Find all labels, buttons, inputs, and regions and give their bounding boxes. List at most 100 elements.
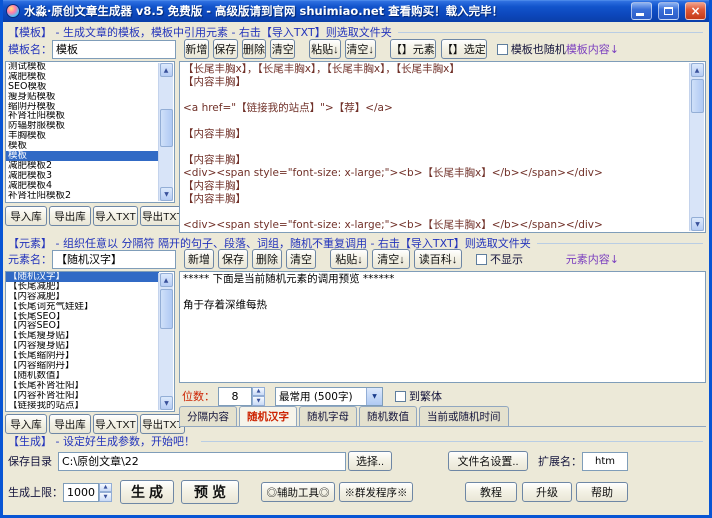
charset-select[interactable]: 最常用 (500字) ▼: [275, 387, 383, 406]
spin-up-icon[interactable]: ▲: [252, 387, 265, 397]
template-random-checkbox[interactable]: [497, 44, 508, 55]
template-clear-button[interactable]: 清空: [270, 39, 295, 59]
scroll-up-icon[interactable]: ▲: [691, 63, 704, 77]
template-list-item[interactable]: 瘦身贴模板: [6, 92, 159, 102]
template-content-link[interactable]: 模板内容↓: [566, 41, 619, 57]
element-list-item[interactable]: 【内容SEO】: [6, 321, 159, 331]
spin-down-icon[interactable]: ▼: [252, 396, 265, 406]
element-list-item[interactable]: 【长尾补肾壮阳】: [6, 381, 159, 391]
template-clear-down-button[interactable]: 清空↓: [345, 39, 376, 59]
element-paste-button[interactable]: 粘贴↓: [330, 249, 368, 269]
aux-tools-button[interactable]: ◎辅助工具◎: [261, 482, 335, 502]
chevron-down-icon[interactable]: ▼: [366, 388, 382, 405]
mass-sender-button[interactable]: ※群发程序※: [339, 482, 413, 502]
title-bar[interactable]: 水淼·原创文章生成器 v8.5 免费版 - 高级版请到官网 shuimiao.n…: [3, 0, 709, 22]
element-list-item-selected[interactable]: 【随机汉字】: [6, 272, 159, 282]
scrollbar-thumb[interactable]: [160, 109, 173, 147]
scrollbar-thumb[interactable]: [691, 79, 704, 113]
element-list-item[interactable]: 【长尾SEO】: [6, 312, 159, 322]
tab-random-hanzi[interactable]: 随机汉字: [239, 406, 297, 426]
digits-input[interactable]: [218, 387, 252, 406]
spin-down-icon[interactable]: ▼: [99, 492, 112, 502]
template-new-button[interactable]: 新增: [184, 39, 209, 59]
upgrade-button[interactable]: 升级: [522, 482, 572, 502]
generate-button[interactable]: 生成: [120, 480, 174, 504]
element-import-lib-button[interactable]: 导入库: [5, 414, 47, 434]
element-content-text[interactable]: ***** 下面是当前随机元素的调用预览 ****** 角于存着深维每热: [180, 272, 705, 312]
minimize-button[interactable]: [631, 2, 652, 20]
filename-settings-button[interactable]: 文件名设置..: [448, 451, 528, 471]
preview-button[interactable]: 预览: [181, 480, 239, 504]
element-delete-button[interactable]: 删除: [252, 249, 282, 269]
template-list-item[interactable]: 缩阴丹模板: [6, 102, 159, 112]
template-import-txt-button[interactable]: 导入TXT: [93, 206, 138, 226]
template-delete-button[interactable]: 删除: [242, 39, 267, 59]
template-list-scrollbar[interactable]: ▲ ▼: [158, 63, 173, 201]
element-list-item[interactable]: 【链接我的站点】: [6, 401, 159, 411]
element-list-item[interactable]: 【长尾瘦身贴】: [6, 331, 159, 341]
template-list-item[interactable]: SEO模板: [6, 82, 159, 92]
tab-random-time[interactable]: 当前或随机时间: [419, 406, 509, 426]
element-clear-button[interactable]: 清空: [286, 249, 316, 269]
maximize-button[interactable]: [658, 2, 679, 20]
template-export-lib-button[interactable]: 导出库: [49, 206, 91, 226]
template-content-box[interactable]: 【长尾丰胸x】，【长尾丰胸x】，【长尾丰胸x】，【长尾丰胸x】 【内容丰胸】 <…: [179, 61, 706, 233]
element-list-item[interactable]: 【长尾缩阴丹】: [6, 351, 159, 361]
element-clear-down-button[interactable]: 清空↓: [372, 249, 410, 269]
element-list-item[interactable]: 【长尾减肥】: [6, 282, 159, 292]
template-content-text[interactable]: 【长尾丰胸x】，【长尾丰胸x】，【长尾丰胸x】，【长尾丰胸x】 【内容丰胸】 <…: [180, 62, 689, 232]
element-list-item[interactable]: 【内容补肾壮阳】: [6, 391, 159, 401]
template-list-item[interactable]: 防辐射服模板: [6, 121, 159, 131]
generate-limit-input[interactable]: [63, 483, 99, 502]
tutorial-button[interactable]: 教程: [465, 482, 517, 502]
scroll-down-icon[interactable]: ▼: [160, 396, 173, 410]
template-list-item[interactable]: 减肥模板3: [6, 171, 159, 181]
insert-element-button[interactable]: 【】元素: [390, 39, 436, 59]
insert-selected-button[interactable]: 【】选定: [441, 39, 487, 59]
tab-random-letters[interactable]: 随机字母: [299, 406, 357, 426]
element-name-input[interactable]: [52, 250, 176, 269]
template-list-item[interactable]: 补肾壮阳模板2: [6, 191, 159, 201]
element-list-item[interactable]: 【内容瘦身贴】: [6, 341, 159, 351]
tab-separated-content[interactable]: 分隔内容: [179, 406, 237, 426]
template-paste-button[interactable]: 粘贴↓: [309, 39, 340, 59]
element-list-item[interactable]: 【内容减肥】: [6, 292, 159, 302]
digits-stepper[interactable]: ▲ ▼: [252, 387, 265, 406]
element-content-link[interactable]: 元素内容↓: [566, 251, 619, 267]
element-new-button[interactable]: 新增: [184, 249, 214, 269]
element-save-button[interactable]: 保存: [218, 249, 248, 269]
template-list-item[interactable]: 减肥模板2: [6, 161, 159, 171]
template-list[interactable]: 测试模板 减肥模板 SEO模板 瘦身贴模板 缩阴丹模板 补肾壮阳模板 防辐射服模…: [5, 61, 175, 203]
spin-up-icon[interactable]: ▲: [99, 483, 112, 493]
scroll-down-icon[interactable]: ▼: [160, 187, 173, 201]
template-list-item[interactable]: 模板: [6, 141, 159, 151]
element-import-txt-button[interactable]: 导入TXT: [93, 414, 138, 434]
element-list-item[interactable]: 【内容缩阴丹】: [6, 361, 159, 371]
scrollbar-thumb[interactable]: [160, 289, 173, 329]
element-list[interactable]: 【随机汉字】 【长尾减肥】 【内容减肥】 【长尾词充气娃娃】 【长尾SEO】 【…: [5, 271, 175, 412]
element-list-item[interactable]: 【随机数值】: [6, 371, 159, 381]
template-import-lib-button[interactable]: 导入库: [5, 206, 47, 226]
template-list-item[interactable]: 测试模板: [6, 62, 159, 72]
element-list-scrollbar[interactable]: ▲ ▼: [158, 273, 173, 410]
help-button[interactable]: 帮助: [576, 482, 628, 502]
scroll-down-icon[interactable]: ▼: [691, 217, 704, 231]
generate-limit-stepper[interactable]: ▲ ▼: [99, 483, 112, 502]
save-dir-input[interactable]: [58, 452, 346, 471]
close-button[interactable]: ×: [685, 2, 706, 20]
element-export-lib-button[interactable]: 导出库: [49, 414, 91, 434]
template-list-item-selected[interactable]: 模板: [6, 151, 159, 161]
template-save-button[interactable]: 保存: [213, 39, 238, 59]
traditional-checkbox[interactable]: [395, 391, 406, 402]
template-list-item[interactable]: 补肾壮阳模板: [6, 111, 159, 121]
read-baike-button[interactable]: 读百科↓: [414, 249, 462, 269]
template-list-item[interactable]: 减肥模板: [6, 72, 159, 82]
choose-dir-button[interactable]: 选择..: [348, 451, 392, 471]
element-content-box[interactable]: ***** 下面是当前随机元素的调用预览 ****** 角于存着深维每热: [179, 271, 706, 383]
template-list-item[interactable]: 丰胸模板: [6, 131, 159, 141]
template-content-scrollbar[interactable]: ▲ ▼: [689, 63, 704, 231]
element-list-item[interactable]: 【长尾词充气娃娃】: [6, 302, 159, 312]
element-hide-checkbox[interactable]: [476, 254, 487, 265]
template-name-input[interactable]: [52, 40, 176, 59]
scroll-up-icon[interactable]: ▲: [160, 63, 173, 77]
